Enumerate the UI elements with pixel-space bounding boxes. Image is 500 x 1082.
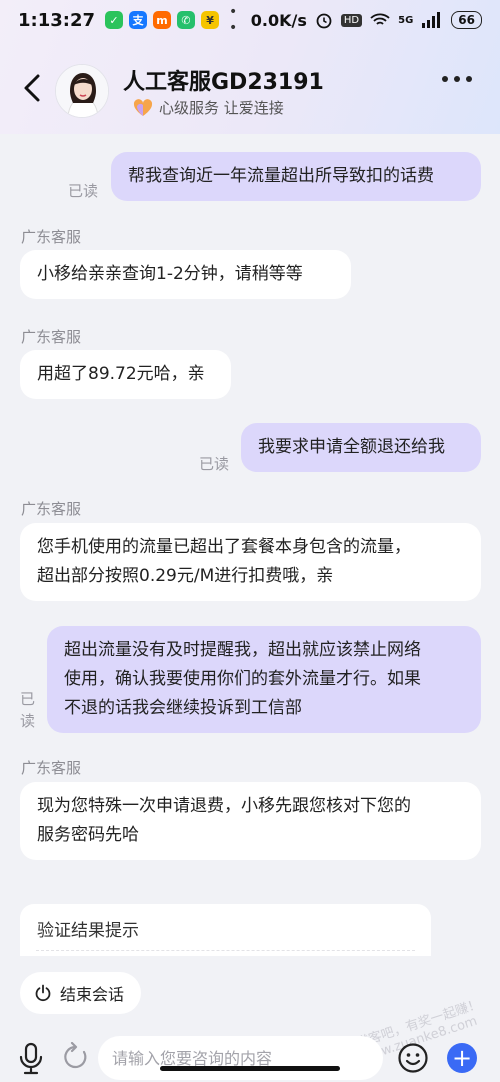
agent-subtitle: 心级服务 让爱连接 [133,97,284,118]
agent-message[interactable]: 您手机使用的流量已超出了套餐本身包含的流量， 超出部分按照0.29元/M进行扣费… [20,523,481,601]
chat-header: 1:13:27 ✓ 支 m ✆ ¥ • • 0.0K/s HD 5G 66 人工… [0,0,500,134]
user-message[interactable]: 超出流量没有及时提醒我，超出就应该禁止网络 使用，确认我要使用你们的套外流量才行… [47,626,481,733]
read-receipt: 已读 [20,690,36,730]
agent-message[interactable]: 现为您特殊一次申请退费，小移先跟您核对下您的 服务密码先哈 [20,782,481,860]
message-line: 服务密码先哈 [37,825,139,845]
power-icon [35,984,51,1002]
status-time: 1:13:27 [18,9,96,31]
sender-label: 广东客服 [21,228,82,246]
notification-icons: ✓ 支 m ✆ ¥ [105,11,220,29]
sender-label: 广东客服 [21,759,82,777]
more-dot-icon [466,76,472,82]
hd-badge: HD [340,13,363,27]
voice-button[interactable] [16,1042,46,1076]
agent-avatar[interactable] [55,64,109,118]
chevron-left-icon [24,74,40,102]
message-line: 不退的话我会继续投诉到工信部 [64,698,302,718]
end-session-label: 结束会话 [60,985,125,1004]
microphone-icon [19,1042,43,1075]
more-notifications-icon: • • [229,4,239,36]
message-input[interactable] [98,1036,383,1080]
heart-icon [133,98,153,116]
sender-label: 广东客服 [21,500,82,518]
agent-name: 人工客服GD23191 [123,70,324,95]
add-attachment-button[interactable]: + [447,1043,477,1073]
back-button[interactable] [16,68,48,108]
user-message[interactable]: 帮我查询近一年流量超出所导致扣的话费 [111,152,481,201]
status-bar: 1:13:27 ✓ 支 m ✆ ¥ • • 0.0K/s HD 5G 66 [0,0,500,40]
message-line: 超出流量没有及时提醒我，超出就应该禁止网络 [64,640,421,660]
mi-icon: m [153,11,172,29]
more-dot-icon [442,76,448,82]
alarm-icon [316,13,332,29]
read-receipt: 已读 [68,182,99,200]
signal-label: 5G [398,14,414,26]
message-line: 超出部分按照0.29元/M进行扣费哦，亲 [37,566,334,586]
sender-label: 广东客服 [21,328,82,346]
wechat-icon: ✓ [105,11,124,29]
message-text: 我要求申请全额退还给我 [258,437,445,457]
message-line: 您手机使用的流量已超出了套餐本身包含的流量， [37,537,411,557]
refresh-button[interactable] [62,1041,90,1072]
bank-icon: ¥ [201,11,220,29]
emoji-icon [398,1043,428,1073]
avatar-portrait [56,65,108,117]
verification-title: 验证结果提示 [37,921,139,941]
message-text: 帮我查询近一年流量超出所导致扣的话费 [128,166,434,186]
network-speed: 0.0K/s [250,10,307,30]
refresh-icon [64,1041,87,1069]
emoji-button[interactable] [397,1042,429,1074]
more-options-button[interactable] [442,76,472,82]
input-bar: + [0,1030,500,1082]
card-divider [36,950,415,951]
home-indicator[interactable] [160,1066,340,1071]
signal-icon [422,12,441,28]
end-session-button[interactable]: 结束会话 [20,972,141,1014]
verification-result-card[interactable]: 验证结果提示 [20,904,431,956]
phone-icon: ✆ [177,11,196,29]
agent-message[interactable]: 用超了89.72元哈，亲 [20,350,231,399]
message-line: 使用，确认我要使用你们的套外流量才行。如果 [64,669,421,689]
message-line: 现为您特殊一次申请退费，小移先跟您核对下您的 [37,796,411,816]
agent-subtitle-text: 心级服务 让爱连接 [159,99,284,117]
more-dot-icon [454,76,460,82]
plus-icon: + [451,1044,473,1072]
battery-indicator: 66 [451,11,482,29]
alipay-icon: 支 [129,11,148,29]
message-text: 用超了89.72元哈，亲 [37,364,205,384]
read-receipt: 已读 [199,455,230,473]
agent-message[interactable]: 小移给亲亲查询1-2分钟，请稍等等 [20,250,351,299]
user-message[interactable]: 我要求申请全额退还给我 [241,423,481,472]
message-text: 小移给亲亲查询1-2分钟，请稍等等 [37,264,303,284]
wifi-icon [370,13,390,25]
